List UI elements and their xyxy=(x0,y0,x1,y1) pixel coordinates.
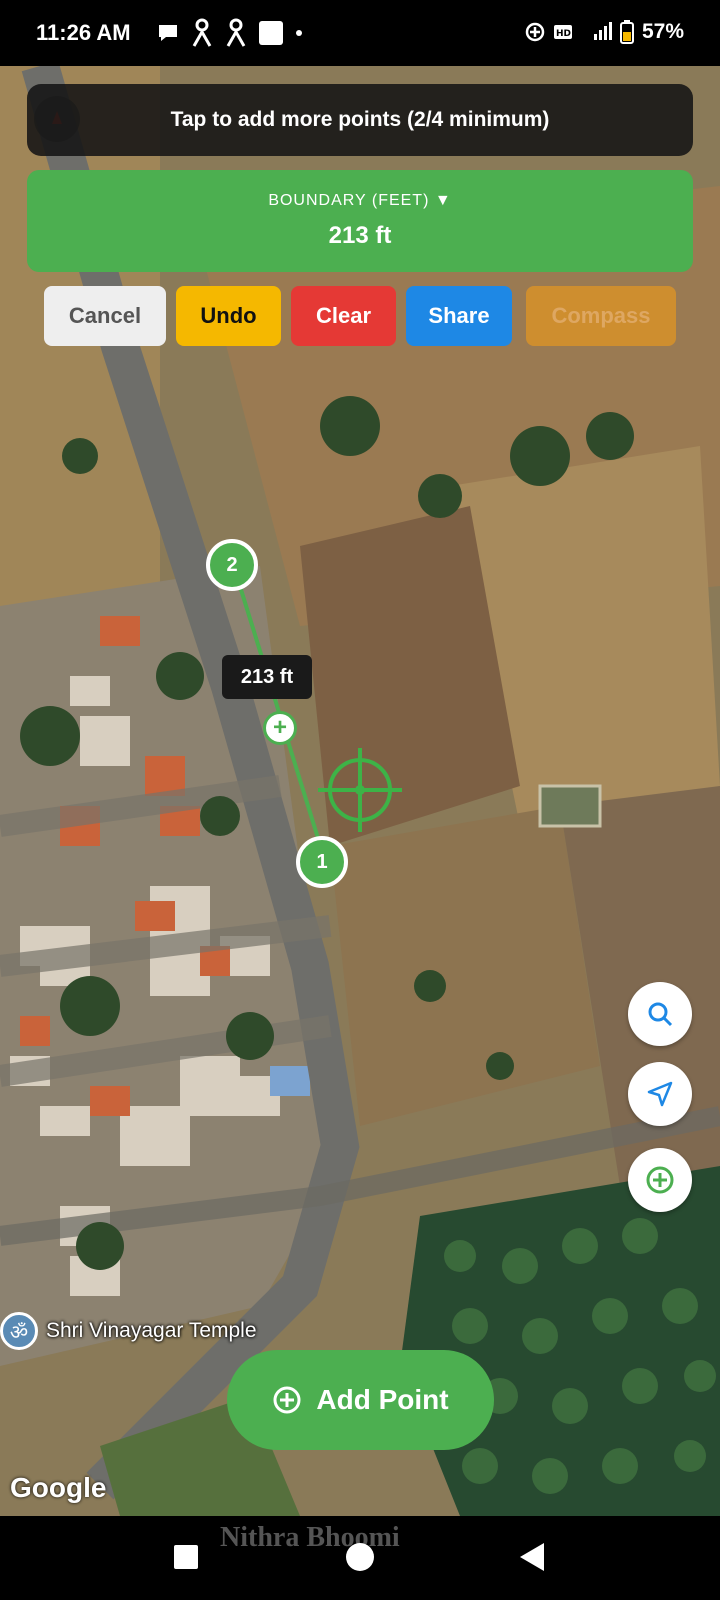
notification-icons xyxy=(156,18,304,48)
svg-text:HD: HD xyxy=(556,29,571,39)
add-gps-point-button[interactable] xyxy=(628,1148,692,1212)
add-point-button[interactable]: Add Point xyxy=(227,1350,494,1450)
measurement-value: 213 ft xyxy=(328,222,392,249)
temple-icon: ॐ xyxy=(0,1312,38,1350)
battery-icon xyxy=(619,20,634,44)
map-pin[interactable]: 2 xyxy=(206,539,258,591)
watermark: Nithra Bhoomi xyxy=(220,1522,400,1553)
unit-selector[interactable]: BOUNDARY (FEET) ▼ xyxy=(27,192,693,210)
compass-button[interactable]: Compass xyxy=(526,286,676,346)
my-location-button[interactable] xyxy=(628,1062,692,1126)
battery-level: 57% xyxy=(641,20,684,43)
place-marker[interactable]: ॐ Shri Vinayagar Temple xyxy=(0,1312,257,1350)
chat-icon xyxy=(159,25,177,41)
instruction-text: Tap to add more points (2/4 minimum) xyxy=(170,108,550,131)
person-icon xyxy=(192,18,212,47)
satellite-map[interactable] xyxy=(0,66,720,1516)
home-icon[interactable] xyxy=(346,1543,374,1571)
signal-icon: HD xyxy=(553,22,612,40)
share-button[interactable]: Share xyxy=(406,286,512,346)
place-name: Shri Vinayagar Temple xyxy=(46,1319,257,1342)
add-point-label: Add Point xyxy=(316,1384,449,1415)
search-icon xyxy=(648,1002,673,1027)
instruction-banner: Tap to add more points (2/4 minimum) xyxy=(27,84,693,156)
add-circle-icon xyxy=(646,1166,674,1194)
measurement-card[interactable]: BOUNDARY (FEET) ▼ 213 ft xyxy=(27,170,693,272)
recent-apps-icon[interactable] xyxy=(174,1545,198,1569)
person-icon xyxy=(226,18,246,47)
navigation-arrow-icon xyxy=(647,1081,673,1107)
cancel-button[interactable]: Cancel xyxy=(44,286,166,346)
search-button[interactable] xyxy=(628,982,692,1046)
google-logo: Google xyxy=(10,1472,107,1503)
image-icon xyxy=(259,21,283,45)
map-pin[interactable]: 1 xyxy=(296,836,348,888)
status-bar: 11:26 AM HD 57% xyxy=(0,0,720,66)
data-saver-icon xyxy=(525,22,545,42)
status-time: 11:26 AM xyxy=(36,20,131,45)
status-right: HD 57% xyxy=(524,20,684,44)
clear-button[interactable]: Clear xyxy=(291,286,396,346)
dot-icon xyxy=(296,30,302,36)
insert-point-icon[interactable]: + xyxy=(263,711,297,745)
add-circle-icon xyxy=(273,1386,301,1414)
undo-button[interactable]: Undo xyxy=(176,286,281,346)
map-imagery xyxy=(0,66,720,1516)
segment-distance-label: 213 ft xyxy=(222,655,312,699)
back-icon[interactable] xyxy=(520,1543,544,1571)
